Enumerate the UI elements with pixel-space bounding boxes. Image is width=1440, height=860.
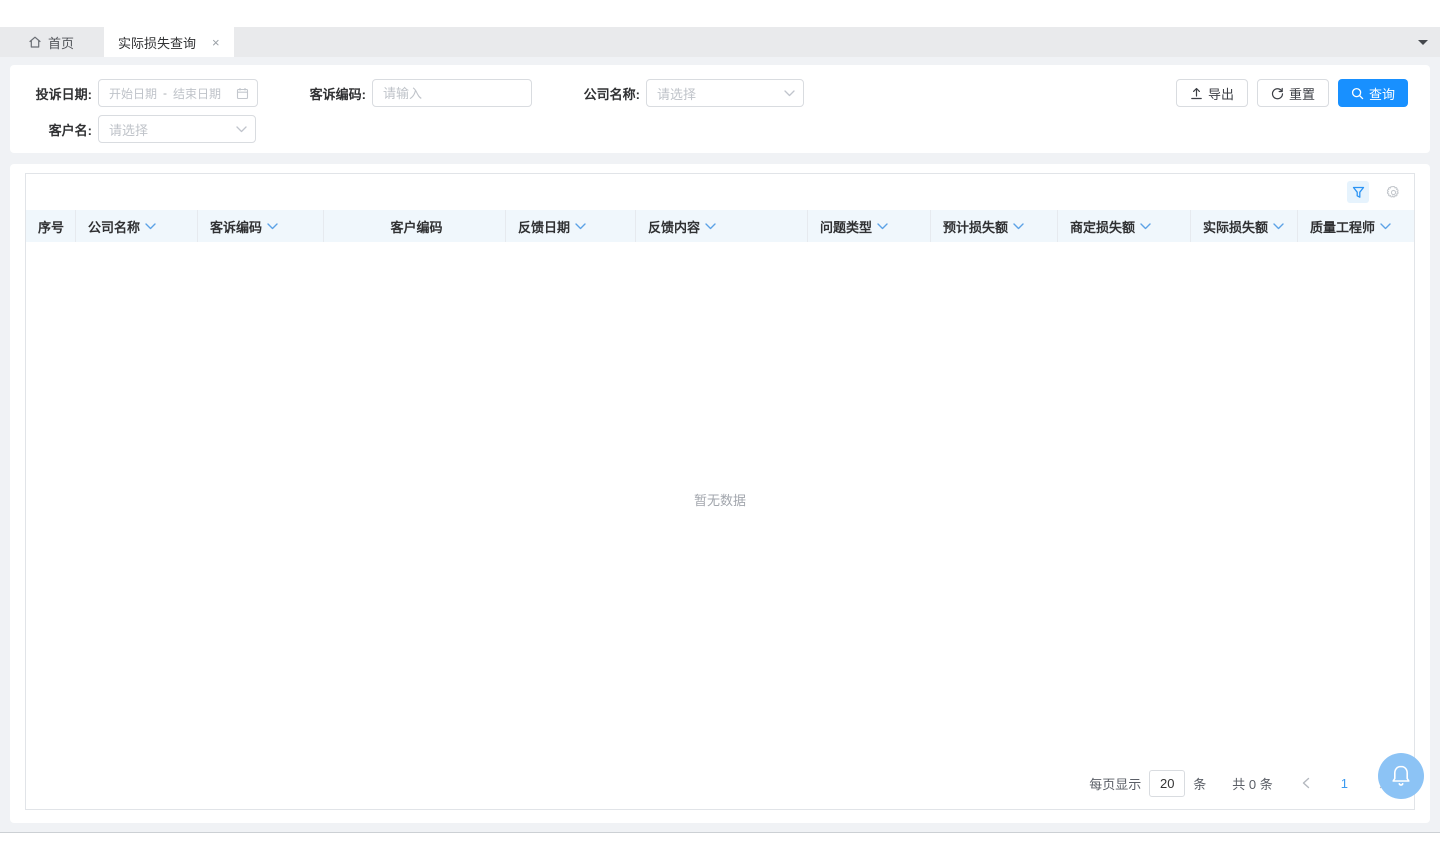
column-header[interactable]: 实际损失额 [1191,210,1298,242]
reset-button[interactable]: 重置 [1257,79,1329,107]
tab-home[interactable]: 首页 [12,27,90,57]
search-icon [1351,87,1364,100]
complaint-code-input[interactable] [372,79,532,107]
end-date-placeholder: 结束日期 [173,85,221,102]
sort-caret-icon[interactable] [267,223,278,230]
complaint-date-range-input[interactable]: 开始日期 - 结束日期 [98,79,258,107]
date-range-separator: - [163,86,167,100]
close-icon[interactable]: × [212,36,220,49]
export-button[interactable]: 导出 [1176,79,1248,107]
complaint-date-label: 投诉日期: [30,84,92,103]
column-header-label: 客户编码 [390,217,442,236]
column-header: 客户编码 [324,210,506,242]
column-header-label: 公司名称 [88,217,140,236]
table-header-row: 序号 公司名称 客诉编码 客户编码 反馈日期 反馈内容 问题类型 预计损失额 商定损失额 实际损失… [26,210,1414,242]
page-size-input[interactable] [1149,770,1185,797]
reset-icon [1271,87,1284,100]
customer-name-select[interactable]: 请选择 [98,115,256,143]
customer-name-placeholder: 请选择 [109,120,148,139]
sort-caret-icon[interactable] [705,223,716,230]
bell-icon [1390,764,1412,788]
per-page-suffix-label: 条 [1193,774,1206,793]
prev-page-button[interactable] [1301,777,1311,789]
per-page-prefix-label: 每页显示 [1089,774,1141,793]
tab-bar: 首页 实际损失查询 × [0,27,1440,57]
calendar-icon [236,87,249,100]
column-header-label: 反馈内容 [648,217,700,236]
export-button-label: 导出 [1208,84,1234,103]
gear-icon [1386,185,1401,200]
sort-caret-icon[interactable] [1013,223,1024,230]
column-header[interactable]: 商定损失额 [1058,210,1191,242]
column-header[interactable]: 预计损失额 [931,210,1058,242]
column-header[interactable]: 质量工程师 [1298,210,1414,242]
column-header-label: 质量工程师 [1310,217,1375,236]
total-count-label: 共 0 条 [1232,774,1272,793]
search-button-label: 查询 [1369,84,1395,103]
filter-columns-button[interactable] [1347,181,1369,203]
tab-active-label: 实际损失查询 [118,33,196,52]
export-icon [1190,87,1203,100]
search-button[interactable]: 查询 [1338,79,1408,107]
tabbar-dropdown-caret-icon[interactable] [1418,40,1428,45]
top-strip [0,0,1440,27]
complaint-code-label: 客诉编码: [304,84,366,103]
reset-button-label: 重置 [1289,84,1315,103]
table-container: 序号 公司名称 客诉编码 客户编码 反馈日期 反馈内容 问题类型 预计损失额 商定损失额 实际损失… [25,173,1415,810]
chevron-down-icon [784,90,795,97]
table-empty-body: 暂无数据 [26,242,1414,757]
column-header: 序号 [26,210,76,242]
company-name-placeholder: 请选择 [657,84,696,103]
pagination-bar: 每页显示 条 共 0 条 1 [26,757,1414,809]
column-header[interactable]: 反馈日期 [506,210,636,242]
app-frame: 首页 实际损失查询 × 投诉日期: 开始日期 - 结束日期 客诉编码: 公司 [0,0,1440,833]
customer-name-label: 客户名: [30,120,92,139]
column-header-label: 客诉编码 [210,217,262,236]
column-header-label: 问题类型 [820,217,872,236]
column-header-label: 预计损失额 [943,217,1008,236]
sort-caret-icon[interactable] [1140,223,1151,230]
tab-home-label: 首页 [48,33,74,52]
column-header[interactable]: 公司名称 [76,210,198,242]
notification-bell-button[interactable] [1378,753,1424,799]
table-toolbar [26,174,1414,210]
column-settings-button[interactable] [1382,181,1404,203]
sort-caret-icon[interactable] [877,223,888,230]
page-number-current[interactable]: 1 [1341,776,1348,791]
sort-caret-icon[interactable] [145,223,156,230]
tab-actual-loss-query[interactable]: 实际损失查询 × [104,27,234,57]
company-name-label: 公司名称: [578,84,640,103]
table-panel: 序号 公司名称 客诉编码 客户编码 反馈日期 反馈内容 问题类型 预计损失额 商定损失额 实际损失… [10,164,1430,823]
column-header-label: 序号 [38,217,64,236]
column-header-label: 反馈日期 [518,217,570,236]
home-icon [28,35,42,49]
funnel-icon [1352,186,1365,199]
sort-caret-icon[interactable] [575,223,586,230]
filter-actions: 导出 重置 查询 [1176,79,1408,107]
column-header-label: 商定损失额 [1070,217,1135,236]
column-header[interactable]: 问题类型 [808,210,931,242]
column-header-label: 实际损失额 [1203,217,1268,236]
company-name-select[interactable]: 请选择 [646,79,804,107]
column-header[interactable]: 客诉编码 [198,210,324,242]
sort-caret-icon[interactable] [1380,223,1391,230]
sort-caret-icon[interactable] [1273,223,1284,230]
chevron-down-icon [236,126,247,133]
column-header[interactable]: 反馈内容 [636,210,808,242]
start-date-placeholder: 开始日期 [109,85,157,102]
empty-state-text: 暂无数据 [694,490,746,509]
filter-panel: 投诉日期: 开始日期 - 结束日期 客诉编码: 公司名称: 请选择 [10,65,1430,153]
